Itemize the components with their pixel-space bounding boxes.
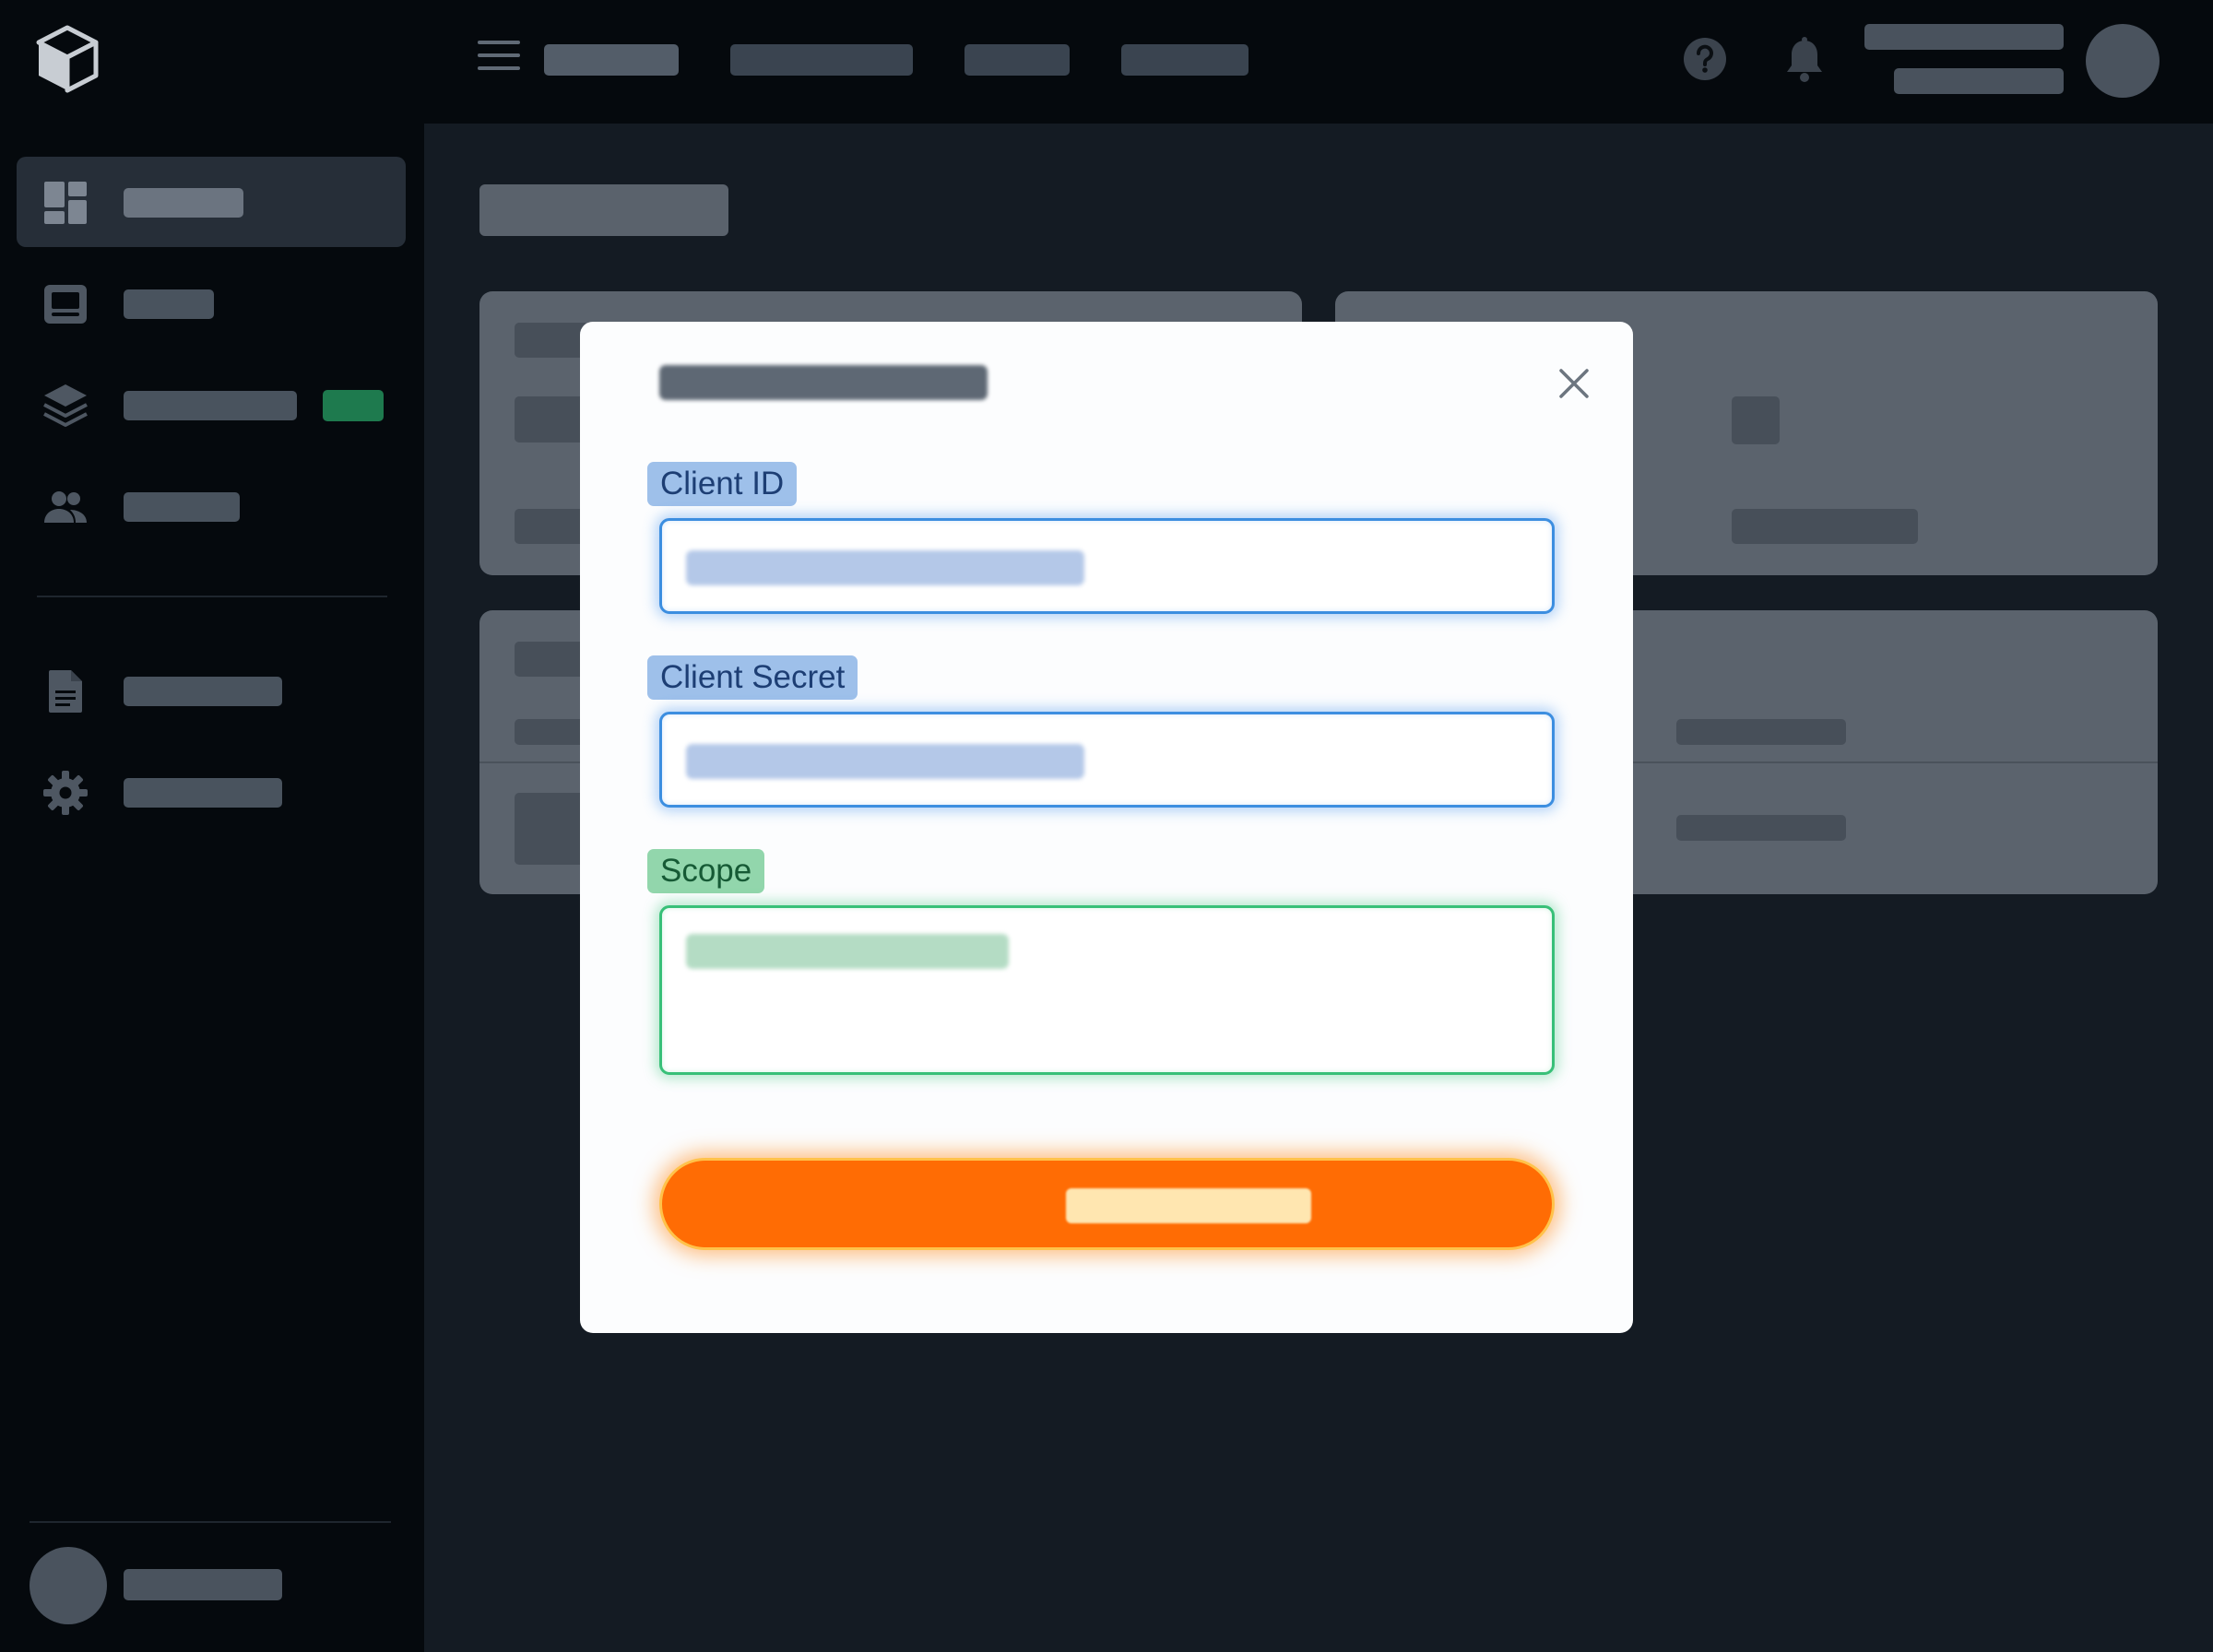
user-role-placeholder — [1894, 68, 2064, 94]
submit-button[interactable] — [659, 1158, 1555, 1250]
sidebar-user-avatar[interactable] — [30, 1547, 107, 1624]
dashboard-icon — [44, 182, 87, 224]
close-icon[interactable] — [1554, 363, 1594, 404]
nav-item-4[interactable] — [1121, 44, 1249, 76]
document-icon — [49, 670, 82, 713]
sidebar-item-label — [124, 391, 297, 420]
top-bar — [0, 0, 2213, 124]
client-secret-value — [686, 744, 1084, 779]
sidebar-divider — [30, 1521, 391, 1523]
hamburger-menu-icon[interactable] — [478, 41, 520, 77]
page-title — [479, 184, 728, 236]
layers-icon — [43, 384, 88, 427]
app-window: Client ID Client Secret Scope — [0, 0, 2213, 1652]
sidebar-item-label — [124, 677, 282, 706]
sidebar-item-layers[interactable] — [17, 360, 406, 450]
sidebar-item-label — [124, 492, 240, 522]
sidebar-user-name-placeholder — [124, 1569, 282, 1600]
user-avatar[interactable] — [2086, 24, 2160, 98]
cube-logo-icon[interactable] — [33, 24, 101, 96]
help-circle-icon[interactable] — [1682, 36, 1728, 82]
scope-label: Scope — [647, 849, 765, 893]
oauth-credentials-dialog: Client ID Client Secret Scope — [580, 322, 1633, 1333]
sidebar-item-label — [124, 188, 243, 218]
client-id-value — [686, 550, 1084, 585]
sidebar-item-settings[interactable] — [17, 747, 406, 837]
sidebar-item-label — [124, 289, 214, 319]
monitor-icon — [44, 285, 87, 324]
client-id-label: Client ID — [647, 462, 798, 506]
users-icon — [44, 491, 87, 523]
sidebar-divider — [37, 596, 387, 597]
sidebar — [0, 124, 424, 1652]
sidebar-item-label — [124, 778, 282, 808]
sidebar-item-dashboard[interactable] — [17, 157, 406, 247]
dialog-title — [659, 365, 988, 400]
nav-item-1[interactable] — [544, 44, 679, 76]
client-secret-input[interactable] — [659, 712, 1555, 808]
scope-textarea[interactable] — [659, 905, 1555, 1075]
bell-icon[interactable] — [1781, 35, 1828, 85]
client-secret-label: Client Secret — [647, 655, 858, 700]
nav-item-2[interactable] — [730, 44, 913, 76]
sidebar-item-monitor[interactable] — [17, 258, 406, 348]
gear-icon — [43, 771, 88, 815]
sidebar-item-users[interactable] — [17, 461, 406, 551]
user-name-placeholder — [1864, 24, 2064, 50]
client-id-input[interactable] — [659, 518, 1555, 614]
submit-button-label — [1066, 1188, 1311, 1223]
sidebar-item-documents[interactable] — [17, 645, 406, 736]
scope-value — [686, 934, 1009, 969]
nav-item-3[interactable] — [964, 44, 1070, 76]
status-badge — [323, 390, 384, 421]
